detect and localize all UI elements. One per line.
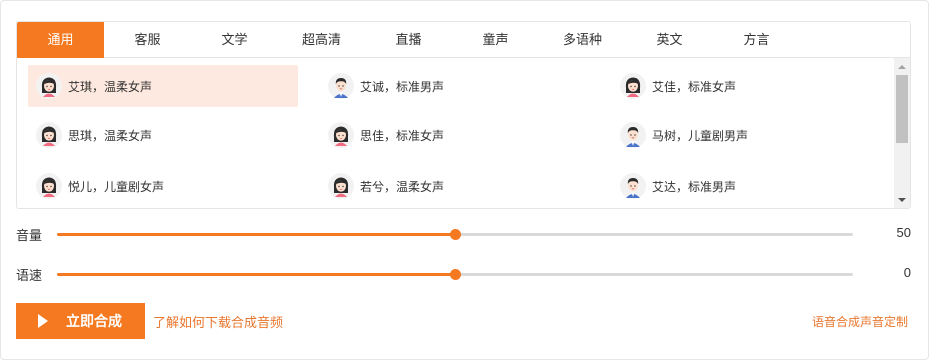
tab-child-voice[interactable]: 童声 <box>452 22 539 58</box>
voice-category-tabs: 通用 客服 文学 超高清 直播 童声 多语种 英文 方言 <box>17 22 910 58</box>
voice-option-label: 悦儿，儿童剧女声 <box>68 179 165 194</box>
female-avatar-icon <box>36 173 62 199</box>
female-avatar-icon <box>328 122 354 148</box>
female-avatar-icon <box>36 122 62 148</box>
speed-row: 语速 0 <box>16 262 911 286</box>
tab-english[interactable]: 英文 <box>626 22 713 58</box>
voice-option[interactable]: 艾佳，标准女声 <box>612 65 882 107</box>
volume-slider-handle[interactable] <box>450 229 461 240</box>
download-help-link[interactable]: 了解如何下载合成音频 <box>153 312 283 331</box>
tab-live[interactable]: 直播 <box>365 22 452 58</box>
voice-option[interactable]: 艾诚，标准男声 <box>320 65 590 107</box>
voice-option[interactable]: 艾琪，温柔女声 <box>28 65 298 107</box>
synthesize-button[interactable]: 立即合成 <box>16 303 145 339</box>
scroll-up-arrow-icon[interactable] <box>894 60 910 74</box>
voice-option-label: 思佳，标准女声 <box>360 128 445 143</box>
volume-row: 音量 50 <box>16 222 911 246</box>
male-avatar-icon <box>620 122 646 148</box>
tab-general[interactable]: 通用 <box>17 22 104 58</box>
scrollbar-thumb[interactable] <box>896 75 908 143</box>
tab-customer-service[interactable]: 客服 <box>104 22 191 58</box>
speed-label: 语速 <box>16 268 43 283</box>
tab-literature[interactable]: 文学 <box>191 22 278 58</box>
speed-slider[interactable] <box>57 269 853 280</box>
custom-voice-link[interactable]: 语音合成声音定制 <box>812 313 908 330</box>
synthesize-button-label: 立即合成 <box>66 313 122 329</box>
voice-option[interactable]: 艾达，标准男声 <box>612 165 882 207</box>
voice-option-label: 思琪，温柔女声 <box>68 128 153 143</box>
voice-option-label: 艾达，标准男声 <box>652 179 737 194</box>
female-avatar-icon <box>620 73 646 99</box>
speed-slider-handle[interactable] <box>450 269 461 280</box>
volume-slider-fill <box>57 233 455 236</box>
play-icon <box>38 314 48 328</box>
tts-card: 通用 客服 文学 超高清 直播 童声 多语种 英文 方言 艾琪，温柔女声 艾诚，… <box>0 0 929 360</box>
speed-slider-fill <box>57 273 455 276</box>
voice-list-scrollbar[interactable] <box>894 58 910 208</box>
volume-slider[interactable] <box>57 229 853 240</box>
voice-panel: 通用 客服 文学 超高清 直播 童声 多语种 英文 方言 艾琪，温柔女声 艾诚，… <box>16 21 911 209</box>
voice-option[interactable]: 马树，儿童剧男声 <box>612 114 882 156</box>
voice-option-label: 马树，儿童剧男声 <box>652 128 749 143</box>
voice-option-label: 若兮，温柔女声 <box>360 179 445 194</box>
voice-option[interactable]: 若兮，温柔女声 <box>320 165 590 207</box>
voice-option[interactable]: 思佳，标准女声 <box>320 114 590 156</box>
tab-dialect[interactable]: 方言 <box>713 22 800 58</box>
female-avatar-icon <box>328 173 354 199</box>
voice-option-label: 艾佳，标准女声 <box>652 79 737 94</box>
voice-option-label: 艾诚，标准男声 <box>360 79 445 94</box>
scroll-down-arrow-icon[interactable] <box>894 193 910 207</box>
male-avatar-icon <box>620 173 646 199</box>
volume-value: 50 <box>896 225 911 240</box>
voice-list: 艾琪，温柔女声 艾诚，标准男声 艾佳，标准女声 思琪，温柔女声 思佳，标准女声 … <box>17 58 893 208</box>
tab-ultra-hd[interactable]: 超高清 <box>278 22 365 58</box>
voice-option-label: 艾琪，温柔女声 <box>68 79 153 94</box>
speed-value: 0 <box>903 265 911 280</box>
male-avatar-icon <box>328 73 354 99</box>
female-avatar-icon <box>36 73 62 99</box>
volume-label: 音量 <box>16 228 43 243</box>
voice-option[interactable]: 思琪，温柔女声 <box>28 114 298 156</box>
voice-option[interactable]: 悦儿，儿童剧女声 <box>28 165 298 207</box>
tab-multilingual[interactable]: 多语种 <box>539 22 626 58</box>
